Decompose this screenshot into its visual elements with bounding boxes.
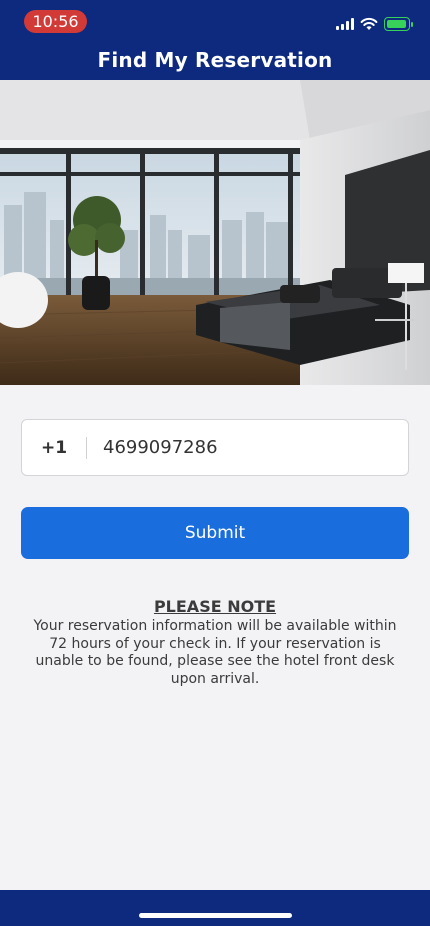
page-title: Find My Reservation <box>97 48 333 72</box>
note-title: PLEASE NOTE <box>153 597 277 616</box>
hotel-room-image <box>0 80 430 385</box>
app-header: 10:56 Find My Reservation <box>0 0 430 80</box>
home-indicator[interactable] <box>139 913 292 918</box>
field-divider <box>86 436 87 459</box>
wifi-icon <box>360 17 378 30</box>
country-code-selector[interactable]: +1 <box>22 438 86 458</box>
phone-number-field[interactable]: +1 <box>21 419 409 476</box>
status-icons <box>336 16 413 32</box>
cellular-signal-icon <box>336 18 354 30</box>
phone-number-input[interactable] <box>103 437 383 458</box>
status-bar: 10:56 <box>0 0 430 44</box>
note-section: PLEASE NOTE Your reservation information… <box>30 597 400 688</box>
note-body: Your reservation information will be ava… <box>33 618 397 687</box>
battery-icon <box>384 17 413 31</box>
submit-button[interactable]: Submit <box>21 507 409 559</box>
status-time: 10:56 <box>24 10 87 33</box>
app-footer <box>0 890 430 926</box>
